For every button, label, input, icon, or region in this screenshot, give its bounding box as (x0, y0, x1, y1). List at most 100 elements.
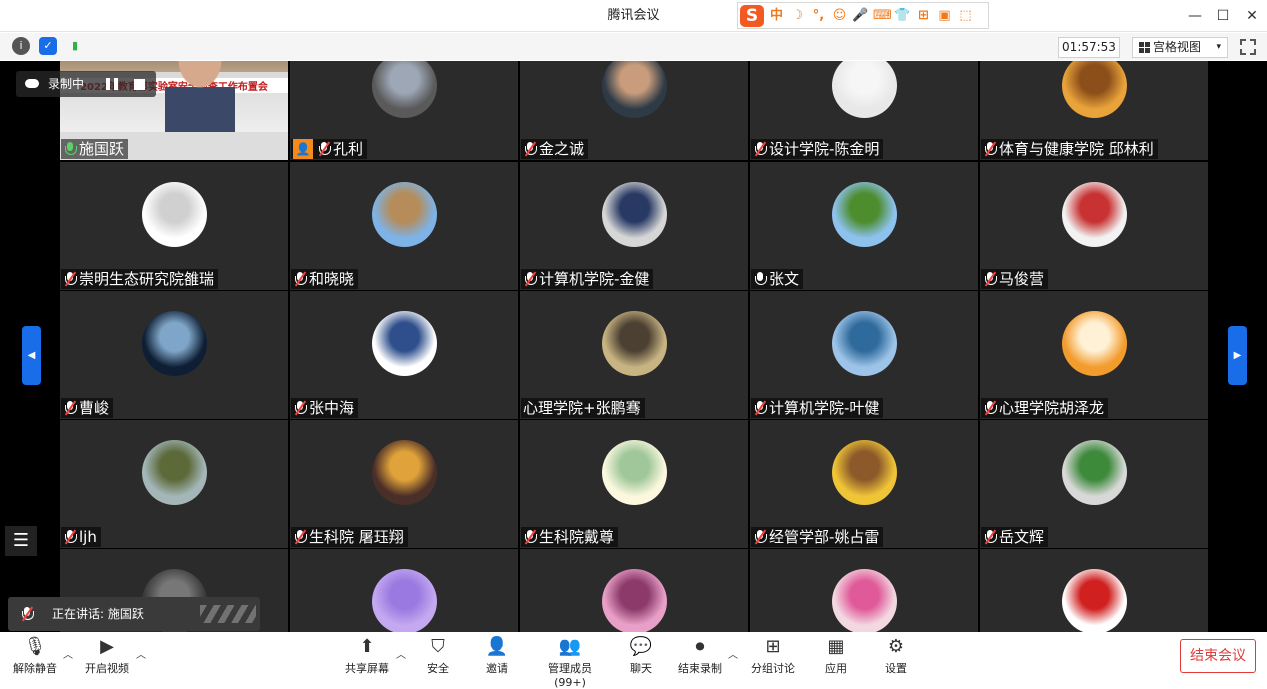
close-button[interactable]: ✕ (1242, 6, 1262, 26)
participant-tile[interactable]: 计算机学院-金健 (520, 162, 748, 290)
mic-muted-icon (523, 529, 537, 545)
ime-tool-icon[interactable]: ⬚ (957, 7, 974, 24)
ime-tool-icon[interactable]: 👕 (894, 7, 911, 24)
avatar (372, 311, 437, 376)
participant-tile[interactable]: 岳文辉 (980, 420, 1208, 548)
participant-name-tag: 张中海 (291, 398, 359, 418)
avatar (832, 440, 897, 505)
participant-tile[interactable]: 体育与健康学院 邱林利 (980, 61, 1208, 160)
participant-tile[interactable] (750, 549, 978, 632)
ime-tool-icon[interactable]: °, (810, 7, 827, 24)
participant-tile[interactable]: 张文 (750, 162, 978, 290)
view-mode-button[interactable]: 宫格视图 ▾ (1132, 37, 1228, 58)
ime-tool-icon[interactable]: ⌨ (873, 7, 892, 24)
gear-icon: ⚙ (887, 636, 905, 657)
sogou-logo-icon[interactable]: S (740, 4, 764, 27)
participant-name-tag: 经管学部-姚占雷 (751, 527, 884, 547)
avatar (1062, 61, 1127, 118)
participant-tile[interactable]: 张中海 (290, 291, 518, 419)
participant-tile[interactable] (520, 549, 748, 632)
participant-name-tag: 设计学院-陈金明 (751, 139, 884, 159)
list-menu-icon[interactable]: ☰ (5, 526, 37, 556)
ime-tool-icon[interactable]: 🎤 (852, 7, 869, 24)
avatar (1062, 311, 1127, 376)
participant-tile[interactable]: 生科院戴尊 (520, 420, 748, 548)
signal-icon[interactable]: ▮ (66, 37, 84, 55)
add-user-icon: 👤 (485, 636, 509, 657)
title-bar: 腾讯会议 S 中 ☽ °, ☺ 🎤 ⌨ 👕 ⊞ ▣ ⬚ — ☐ ✕ (0, 0, 1267, 32)
ime-tool-icon[interactable]: ☺ (831, 7, 848, 24)
end-recording-button[interactable]: ⏺ 结束录制 (665, 636, 735, 676)
mic-muted-icon (63, 400, 77, 416)
participant-name: 施国跃 (79, 140, 125, 158)
fullscreen-icon[interactable] (1240, 39, 1256, 55)
participant-tile[interactable]: 经管学部-姚占雷 (750, 420, 978, 548)
manage-members-label: 管理成员(99+) (548, 662, 592, 689)
members-icon: 👥 (558, 636, 582, 657)
mic-muted-icon (523, 141, 537, 157)
participant-tile[interactable]: 计算机学院-叶健 (750, 291, 978, 419)
participant-tile[interactable]: 和晓晓 (290, 162, 518, 290)
participant-tile[interactable]: 设计学院-陈金明 (750, 61, 978, 160)
mic-muted-icon (293, 400, 307, 416)
settings-button[interactable]: ⚙ 设置 (861, 636, 931, 676)
record-options-caret[interactable]: ︿ (728, 646, 738, 661)
end-meeting-button[interactable]: 结束会议 (1180, 639, 1256, 673)
participant-name: 计算机学院-金健 (539, 270, 650, 288)
ime-tool-icon[interactable]: 中 (768, 7, 785, 24)
mic-muted-icon (63, 529, 77, 545)
ime-toolbar[interactable]: S 中 ☽ °, ☺ 🎤 ⌨ 👕 ⊞ ▣ ⬚ (737, 2, 989, 29)
share-screen-button[interactable]: ⬆ 共享屏幕 (332, 636, 402, 676)
next-page-button[interactable]: ▶ (1228, 326, 1247, 385)
participant-name: 生科院戴尊 (539, 528, 615, 546)
info-icon[interactable]: i (12, 37, 30, 55)
maximize-button[interactable]: ☐ (1213, 6, 1233, 26)
participant-tile[interactable]: 崇明生态研究院雒瑞 (60, 162, 288, 290)
participant-name-tag: 和晓晓 (291, 269, 359, 289)
chat-label: 聊天 (630, 662, 652, 675)
participant-tile[interactable]: 心理学院胡泽龙 (980, 291, 1208, 419)
breakout-icon: ⊞ (765, 636, 781, 657)
participant-name: 岳文辉 (999, 528, 1045, 546)
video-options-caret[interactable]: ︿ (136, 646, 146, 661)
apps-label: 应用 (825, 662, 847, 675)
manage-members-button[interactable]: 👥 管理成员(99+) (534, 636, 606, 689)
recording-indicator: 录制中 (16, 71, 156, 97)
minimize-button[interactable]: — (1185, 6, 1205, 26)
ime-tool-icon[interactable]: ▣ (936, 7, 953, 24)
mic-muted-icon (983, 141, 997, 157)
participant-tile[interactable]: 曹峻 (60, 291, 288, 419)
mic-muted-icon (753, 529, 767, 545)
avatar (372, 61, 437, 118)
participant-name-tag: 心理学院胡泽龙 (981, 398, 1109, 418)
breakout-rooms-button[interactable]: ⊞ 分组讨论 (738, 636, 808, 676)
participant-tile[interactable] (290, 549, 518, 632)
participant-name-tag: 心理学院+张鹏骞 (521, 398, 645, 418)
pause-recording-icon[interactable] (106, 78, 118, 90)
participant-tile[interactable]: 马俊营 (980, 162, 1208, 290)
participant-name: 计算机学院-叶健 (769, 399, 880, 417)
participant-tile[interactable]: 👤 孔利 (290, 61, 518, 160)
start-video-button[interactable]: ▶ 开启视频 (72, 636, 142, 676)
ime-tool-icon[interactable]: ☽ (789, 7, 806, 24)
participant-tile[interactable] (980, 549, 1208, 632)
ime-tool-icon[interactable]: ⊞ (915, 7, 932, 24)
participant-name-tag: 计算机学院-叶健 (751, 398, 884, 418)
cloud-icon (25, 79, 39, 88)
shield-icon[interactable]: ✓ (39, 37, 57, 55)
participant-tile[interactable]: 心理学院+张鹏骞 (520, 291, 748, 419)
avatar (372, 182, 437, 247)
avatar (142, 440, 207, 505)
participant-tile[interactable]: 金之诚 (520, 61, 748, 160)
participant-tile[interactable]: ljh (60, 420, 288, 548)
participant-tile[interactable]: 生科院 屠珏翔 (290, 420, 518, 548)
prev-page-button[interactable]: ◀ (22, 326, 41, 385)
avatar (832, 182, 897, 247)
avatar (602, 182, 667, 247)
chevron-down-icon: ▾ (1216, 42, 1221, 52)
mic-icon (63, 141, 77, 157)
invite-button[interactable]: 👤 邀请 (462, 636, 532, 676)
unmute-button[interactable]: 🎙 解除静音 (0, 636, 70, 676)
stop-recording-icon[interactable] (134, 79, 145, 90)
avatar (602, 569, 667, 632)
